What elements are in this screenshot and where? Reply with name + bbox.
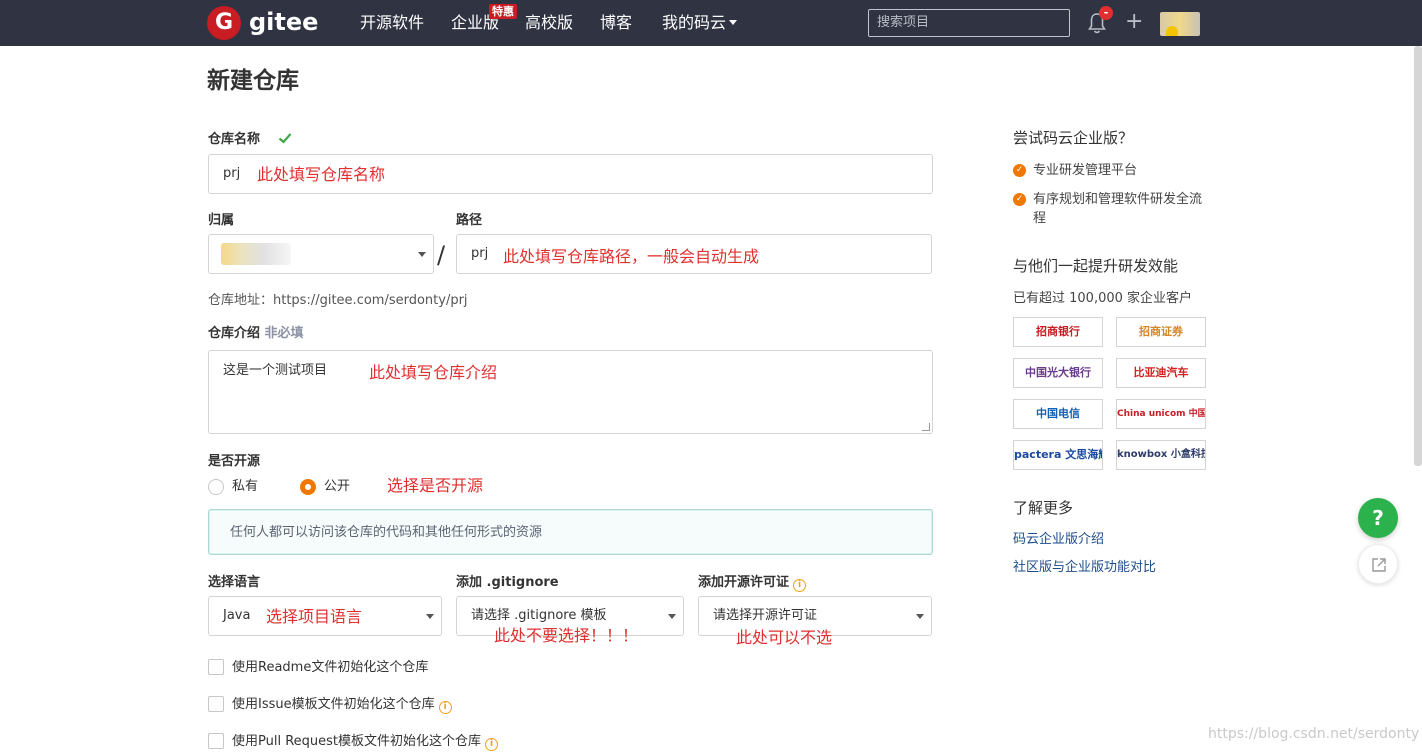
nav-open-source[interactable]: 开源软件 xyxy=(360,13,424,33)
chevron-down-icon xyxy=(418,252,426,257)
gitignore-value: 请选择 .gitignore 模板 xyxy=(471,608,607,623)
customer-logo: pactera 文思海辉 xyxy=(1013,440,1103,470)
path-separator: / xyxy=(437,241,446,269)
sidebar-try-title: 尝试码云企业版？ xyxy=(1013,129,1134,147)
help-button[interactable]: ? xyxy=(1358,498,1398,538)
page-scrollbar[interactable] xyxy=(1414,46,1422,466)
customer-logo: knowbox 小盒科技 xyxy=(1116,440,1206,470)
issue-template-label-text: 使用Issue模板文件初始化这个仓库 xyxy=(232,697,435,712)
chevron-down-icon xyxy=(916,614,924,619)
issue-template-label: 使用Issue模板文件初始化这个仓库 i xyxy=(232,696,452,714)
desc-value: 这是一个测试项目 xyxy=(223,363,328,378)
nav-promo-badge: 特惠 xyxy=(489,4,517,19)
owner-select[interactable] xyxy=(208,234,434,274)
repo-name-annotation: 此处填写仓库名称 xyxy=(257,165,386,184)
path-value: prj xyxy=(471,246,489,261)
gitee-logo-text[interactable]: gitee xyxy=(249,6,318,38)
owner-label: 归属 xyxy=(208,213,235,228)
info-icon[interactable]: i xyxy=(438,701,452,714)
gitignore-label: 添加 .gitignore xyxy=(456,575,559,590)
customer-logo: 中国电信 xyxy=(1013,399,1103,429)
open-source-label: 是否开源 xyxy=(208,454,261,469)
customer-logo: 招商证券 xyxy=(1116,317,1206,347)
path-annotation: 此处填写仓库路径，一般会自动生成 xyxy=(503,247,760,266)
nav-blog[interactable]: 博客 xyxy=(600,13,632,33)
desc-annotation: 此处填写仓库介绍 xyxy=(369,363,498,382)
license-label: 添加开源许可证 i xyxy=(698,574,807,592)
public-notice-text: 任何人都可以访问该仓库的代码和其他任何形式的资源 xyxy=(230,525,543,540)
readme-checkbox[interactable] xyxy=(208,659,224,675)
nav-my-gitee[interactable]: 我的码云 xyxy=(662,13,738,33)
pr-template-label: 使用Pull Request模板文件初始化这个仓库 i xyxy=(232,733,499,751)
notification-badge: - xyxy=(1099,6,1113,20)
nav-campus[interactable]: 高校版 xyxy=(525,13,573,33)
public-radio[interactable] xyxy=(300,479,316,495)
chevron-down-icon xyxy=(426,614,434,619)
path-label: 路径 xyxy=(456,213,483,228)
chevron-down-icon xyxy=(668,614,676,619)
license-annotation: 此处可以不选 xyxy=(736,628,833,647)
private-radio-label: 私有 xyxy=(232,479,259,494)
resize-handle-icon[interactable] xyxy=(922,423,930,431)
desc-label: 仓库介绍 非必填 xyxy=(208,325,304,343)
info-icon[interactable]: i xyxy=(793,579,807,592)
chevron-down-icon xyxy=(729,20,738,25)
customer-logo: 招商银行 xyxy=(1013,317,1103,347)
sidebar-feature-item: 专业研发管理平台 xyxy=(1033,163,1138,178)
customer-logo: China unicom 中国联通 xyxy=(1116,399,1206,429)
check-icon xyxy=(278,133,292,144)
public-radio-label: 公开 xyxy=(324,479,351,494)
pr-template-checkbox[interactable] xyxy=(208,733,224,749)
feedback-button[interactable] xyxy=(1358,544,1398,584)
check-circle-icon: ✓ xyxy=(1013,164,1026,177)
desc-optional: 非必填 xyxy=(264,326,304,341)
license-label-text: 添加开源许可证 xyxy=(698,575,790,590)
private-radio[interactable] xyxy=(208,479,224,495)
language-label: 选择语言 xyxy=(208,575,261,590)
public-notice: 任何人都可以访问该仓库的代码和其他任何形式的资源 xyxy=(208,509,933,555)
plus-icon[interactable]: + xyxy=(1125,11,1143,33)
sidebar-link-compare[interactable]: 社区版与企业版功能对比 xyxy=(1013,559,1156,577)
language-annotation: 选择项目语言 xyxy=(266,607,363,626)
customer-logo: 比亚迪汽车 xyxy=(1116,358,1206,388)
owner-avatar-blurred xyxy=(221,243,291,265)
desc-textarea[interactable]: 这是一个测试项目 xyxy=(208,350,933,434)
check-circle-icon: ✓ xyxy=(1013,193,1026,206)
gitignore-annotation: 此处不要选择！！！ xyxy=(494,626,639,645)
readme-checkbox-label: 使用Readme文件初始化这个仓库 xyxy=(232,660,429,675)
info-icon[interactable]: i xyxy=(485,738,499,751)
sidebar-link-enterprise-intro[interactable]: 码云企业版介绍 xyxy=(1013,531,1104,549)
sidebar-customer-count: 已有超过 100,000 家企业客户 xyxy=(1013,291,1193,306)
issue-template-checkbox[interactable] xyxy=(208,696,224,712)
page-title: 新建仓库 xyxy=(207,68,299,94)
search-input[interactable]: 搜索项目 xyxy=(868,9,1070,37)
customer-logo: 中国光大银行 xyxy=(1013,358,1103,388)
sidebar-learn-title: 了解更多 xyxy=(1013,499,1074,517)
sidebar-together-title: 与他们一起提升研发效能 xyxy=(1013,257,1179,275)
language-value: Java xyxy=(223,608,251,623)
repo-name-value: prj xyxy=(223,166,241,181)
external-link-icon xyxy=(1372,558,1386,572)
gitee-logo-icon[interactable]: G xyxy=(207,6,241,40)
desc-label-text: 仓库介绍 xyxy=(208,326,261,341)
sidebar-feature-item: 有序规划和管理软件研发全流程 xyxy=(1033,192,1203,226)
repo-name-label: 仓库名称 xyxy=(208,132,261,147)
nav-my-gitee-label: 我的码云 xyxy=(662,13,727,32)
avatar-badge xyxy=(1166,26,1178,36)
pr-template-label-text: 使用Pull Request模板文件初始化这个仓库 xyxy=(232,734,482,749)
license-value: 请选择开源许可证 xyxy=(713,608,818,623)
watermark: https://blog.csdn.net/serdonty xyxy=(1208,726,1420,742)
open-source-annotation: 选择是否开源 xyxy=(387,476,484,495)
repo-url: 仓库地址：https://gitee.com/serdonty/prj xyxy=(208,293,468,308)
